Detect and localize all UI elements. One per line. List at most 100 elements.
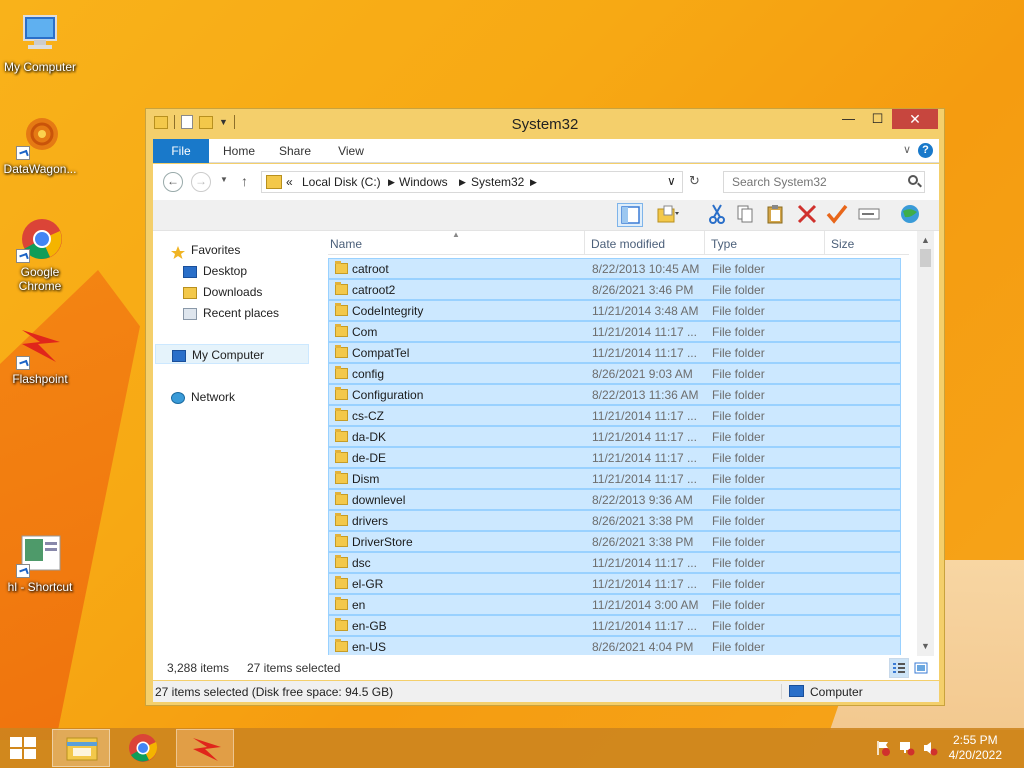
clock-time: 2:55 PM: [952, 733, 998, 747]
table-row[interactable]: config 8/26/2021 9:03 AM File folder: [328, 363, 901, 384]
help-icon[interactable]: ?: [918, 143, 933, 158]
row-date-modified: 8/22/2013 10:45 AM: [592, 262, 700, 276]
table-row[interactable]: DriverStore 8/26/2021 3:38 PM File folder: [328, 531, 901, 552]
tab-home[interactable]: Home: [219, 139, 259, 163]
table-row[interactable]: en-US 8/26/2021 4:04 PM File folder: [328, 636, 901, 655]
scroll-up-icon[interactable]: ▲: [921, 235, 930, 245]
star-icon: [171, 245, 185, 259]
title-bar[interactable]: ▼ System32 — ☐ ✕: [146, 109, 944, 139]
column-divider[interactable]: [584, 231, 585, 255]
table-row[interactable]: downlevel 8/22/2013 9:36 AM File folder: [328, 489, 901, 510]
table-row[interactable]: de-DE 11/21/2014 11:17 ... File folder: [328, 447, 901, 468]
status-bar: 27 items selected (Disk free space: 94.5…: [153, 681, 939, 702]
action-center-flag-icon[interactable]: [875, 740, 891, 756]
copy-icon[interactable]: [733, 203, 759, 227]
table-row[interactable]: en 11/21/2014 3:00 AM File folder: [328, 594, 901, 615]
nav-my-computer[interactable]: My Computer: [155, 344, 309, 364]
column-divider[interactable]: [704, 231, 705, 255]
table-row[interactable]: catroot 8/22/2013 10:45 AM File folder: [328, 258, 901, 279]
table-row[interactable]: CodeIntegrity 11/21/2014 3:48 AM File fold…: [328, 300, 901, 321]
column-type[interactable]: Type: [711, 237, 737, 251]
preview-pane-icon[interactable]: [617, 203, 643, 227]
forward-button[interactable]: →: [191, 172, 211, 192]
search-icon[interactable]: [908, 175, 918, 185]
breadcrumb-arrow-icon[interactable]: ▶: [459, 177, 466, 188]
taskbar-file-explorer[interactable]: [52, 729, 110, 767]
command-toolbar: [153, 200, 939, 231]
row-type: File folder: [712, 304, 765, 318]
maximize-button[interactable]: ☐: [863, 109, 892, 129]
search-input[interactable]: [724, 172, 899, 192]
vertical-scrollbar[interactable]: ▲ ▼: [917, 231, 934, 656]
table-row[interactable]: dsc 11/21/2014 11:17 ... File folder: [328, 552, 901, 573]
cut-icon[interactable]: [705, 203, 731, 227]
tab-file[interactable]: File: [153, 139, 209, 163]
chevron-down-icon[interactable]: ∨: [903, 143, 911, 156]
breadcrumb-overflow[interactable]: «: [286, 175, 293, 189]
delete-icon[interactable]: [795, 203, 821, 227]
row-type: File folder: [712, 619, 765, 633]
chevron-down-icon[interactable]: ∨: [667, 174, 676, 188]
table-row[interactable]: en-GB 11/21/2014 11:17 ... File folder: [328, 615, 901, 636]
desktop-icon-my-computer[interactable]: My Computer: [0, 10, 80, 74]
address-bar[interactable]: « Local Disk (C:) ▶ Windows ▶ System32 ▶…: [261, 171, 683, 193]
column-size[interactable]: Size: [831, 237, 854, 251]
properties-check-icon[interactable]: [825, 203, 851, 227]
taskbar-chrome[interactable]: [114, 729, 172, 767]
nav-network[interactable]: Network: [171, 387, 235, 407]
system-clock[interactable]: 2:55 PM 4/20/2022: [949, 733, 1002, 763]
row-type: File folder: [712, 535, 765, 549]
desktop-icon-label: Flashpoint: [12, 372, 68, 386]
breadcrumb-system32[interactable]: System32: [471, 175, 524, 189]
globe-icon[interactable]: [897, 203, 923, 227]
row-type: File folder: [712, 283, 765, 297]
scroll-down-icon[interactable]: ▼: [921, 641, 930, 651]
folder-icon: [335, 387, 348, 400]
close-button[interactable]: ✕: [892, 109, 938, 129]
paste-icon[interactable]: [763, 203, 789, 227]
row-date-modified: 11/21/2014 11:17 ...: [592, 577, 697, 591]
tab-view[interactable]: View: [331, 139, 371, 163]
tab-share[interactable]: Share: [275, 139, 315, 163]
search-box[interactable]: [723, 171, 925, 193]
nav-downloads[interactable]: Downloads: [183, 282, 262, 302]
minimize-button[interactable]: —: [834, 109, 863, 129]
breadcrumb-arrow-icon[interactable]: ▶: [388, 177, 395, 188]
breadcrumb-arrow-icon[interactable]: ▶: [530, 177, 537, 188]
up-button[interactable]: ↑: [241, 173, 248, 189]
details-view-icon[interactable]: [889, 658, 909, 678]
network-tray-icon[interactable]: [899, 740, 915, 756]
back-button[interactable]: ←: [163, 172, 183, 192]
recent-locations-dropdown[interactable]: ▼: [220, 175, 228, 184]
taskbar-flashpoint[interactable]: [176, 729, 234, 767]
column-date-modified[interactable]: Date modified: [591, 237, 665, 251]
folder-options-icon[interactable]: [655, 203, 681, 227]
nav-recent-places[interactable]: Recent places: [183, 303, 279, 323]
table-row[interactable]: da-DK 11/21/2014 11:17 ... File folder: [328, 426, 901, 447]
nav-desktop[interactable]: Desktop: [183, 261, 247, 281]
table-row[interactable]: catroot2 8/26/2021 3:46 PM File folder: [328, 279, 901, 300]
row-date-modified: 11/21/2014 11:17 ...: [592, 556, 697, 570]
breadcrumb-windows[interactable]: Windows: [399, 175, 448, 189]
desktop-icon-chrome[interactable]: Google Chrome: [0, 215, 80, 293]
large-icons-view-icon[interactable]: [911, 658, 931, 678]
table-row[interactable]: Dism 11/21/2014 11:17 ... File folder: [328, 468, 901, 489]
scroll-thumb[interactable]: [920, 249, 931, 267]
table-row[interactable]: el-GR 11/21/2014 11:17 ... File folder: [328, 573, 901, 594]
start-button[interactable]: [10, 737, 38, 761]
column-divider[interactable]: [824, 231, 825, 255]
table-row[interactable]: drivers 8/26/2021 3:38 PM File folder: [328, 510, 901, 531]
breadcrumb-local-disk[interactable]: Local Disk (C:): [302, 175, 381, 189]
desktop-icon-datawagon[interactable]: DataWagon...: [0, 112, 80, 176]
desktop-icon-hl-shortcut[interactable]: hl - Shortcut: [0, 530, 80, 594]
rename-icon[interactable]: [857, 203, 883, 227]
table-row[interactable]: CompatTel 11/21/2014 11:17 ... File folder: [328, 342, 901, 363]
desktop-icon-flashpoint[interactable]: Flashpoint: [0, 322, 80, 386]
table-row[interactable]: Com 11/21/2014 11:17 ... File folder: [328, 321, 901, 342]
refresh-icon[interactable]: ↻: [689, 173, 700, 189]
table-row[interactable]: cs-CZ 11/21/2014 11:17 ... File folder: [328, 405, 901, 426]
table-row[interactable]: Configuration 8/22/2013 11:36 AM File fold…: [328, 384, 901, 405]
volume-muted-icon[interactable]: [922, 740, 938, 756]
nav-favorites[interactable]: Favorites: [171, 240, 240, 260]
column-name[interactable]: Name: [330, 237, 362, 251]
